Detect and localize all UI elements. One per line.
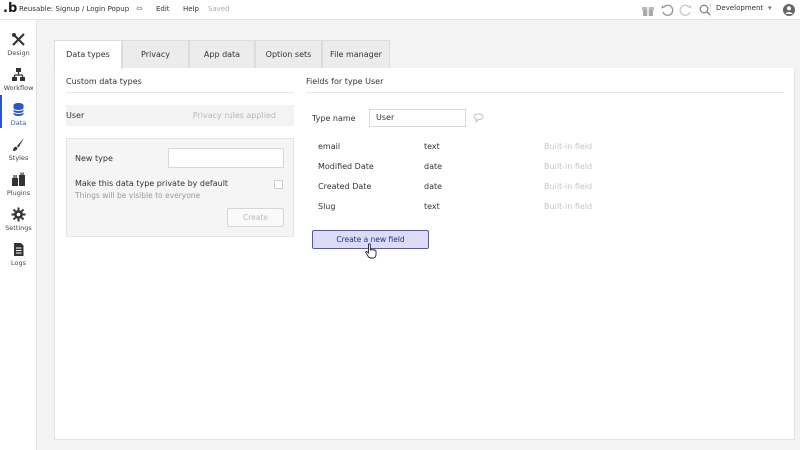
sidebar-item-label: Workflow [3,84,34,92]
field-builtin-note: Built-in field [544,182,593,191]
data-type-name: User [66,111,85,120]
field-type: date [424,182,443,191]
new-type-label: New type [75,154,113,163]
workflow-icon [12,68,25,81]
tab-option-sets[interactable]: Option sets [255,40,322,68]
comment-icon[interactable] [473,113,484,123]
styles-icon [13,138,24,151]
sidebar-item-label: Settings [5,224,32,232]
logs-icon [14,243,24,256]
field-type: date [424,162,443,171]
bubble-logo[interactable]: .b [3,2,17,16]
settings-icon [11,207,26,222]
private-default-label: Make this data type private by default [75,179,229,188]
undo-icon[interactable] [660,3,674,17]
sidebar-item-label: Data [10,119,27,127]
data-icon [13,103,24,116]
private-default-checkbox[interactable] [274,180,283,189]
divider [66,92,294,93]
field-builtin-note: Built-in field [544,142,593,151]
field-name[interactable]: Slug [318,202,335,211]
page-selector[interactable]: Reusable: Signup / Login Popup [19,5,129,13]
hand-cursor-icon [365,243,377,259]
field-builtin-note: Built-in field [544,202,593,211]
help-menu[interactable]: Help [183,5,199,13]
sidebar-item-label: Styles [8,154,29,162]
save-status: Saved [208,5,230,13]
privacy-status: Privacy rules applied [192,111,276,120]
sidebar-item-logs[interactable]: Logs [0,235,37,268]
tab-privacy[interactable]: Privacy [122,40,189,68]
top-bar: .b Reusable: Signup / Login Popup ⇔ Edit… [0,0,800,20]
field-type: text [424,142,440,151]
create-type-button[interactable]: Create [227,208,284,227]
custom-data-types-title: Custom data types [66,77,142,86]
field-builtin-note: Built-in field [544,162,593,171]
account-icon[interactable] [782,3,796,17]
page-switch-icon[interactable]: ⇔ [136,4,143,13]
private-default-hint: Things will be visible to everyone [75,191,201,200]
sidebar-item-plugins[interactable]: Plugins [0,165,37,198]
left-sidebar: Design Workflow Data Styles Plugins Sett… [0,20,37,450]
type-name-label: Type name [312,114,356,123]
tab-data-types[interactable]: Data types [54,40,122,69]
chevron-down-icon[interactable]: ▾ [768,4,772,12]
new-type-input[interactable] [168,148,284,168]
type-name-input[interactable]: User [369,109,466,127]
sidebar-item-label: Design [7,49,30,57]
plugins-icon [12,172,25,186]
sidebar-item-label: Logs [11,259,26,267]
data-type-row-user[interactable]: User Privacy rules applied [66,105,294,126]
sidebar-item-design[interactable]: Design [0,25,37,58]
edit-menu[interactable]: Edit [156,5,170,13]
toolbar-divider [710,3,711,17]
gift-icon[interactable] [641,3,655,17]
sidebar-item-workflow[interactable]: Workflow [0,60,37,93]
environment-dropdown[interactable]: Development [716,4,763,12]
field-type: text [424,202,440,211]
tab-app-data[interactable]: App data [189,40,255,68]
sidebar-item-data[interactable]: Data [0,95,37,128]
sidebar-item-label: Plugins [6,189,31,197]
redo-icon[interactable] [679,3,693,17]
sidebar-item-styles[interactable]: Styles [0,130,37,163]
field-name[interactable]: email [318,142,340,151]
field-name[interactable]: Created Date [318,182,371,191]
sidebar-item-settings[interactable]: Settings [0,200,37,233]
fields-title: Fields for type User [306,77,384,86]
design-icon [12,33,25,46]
divider [306,92,784,93]
field-name[interactable]: Modified Date [318,162,374,171]
tab-file-manager[interactable]: File manager [322,40,390,68]
